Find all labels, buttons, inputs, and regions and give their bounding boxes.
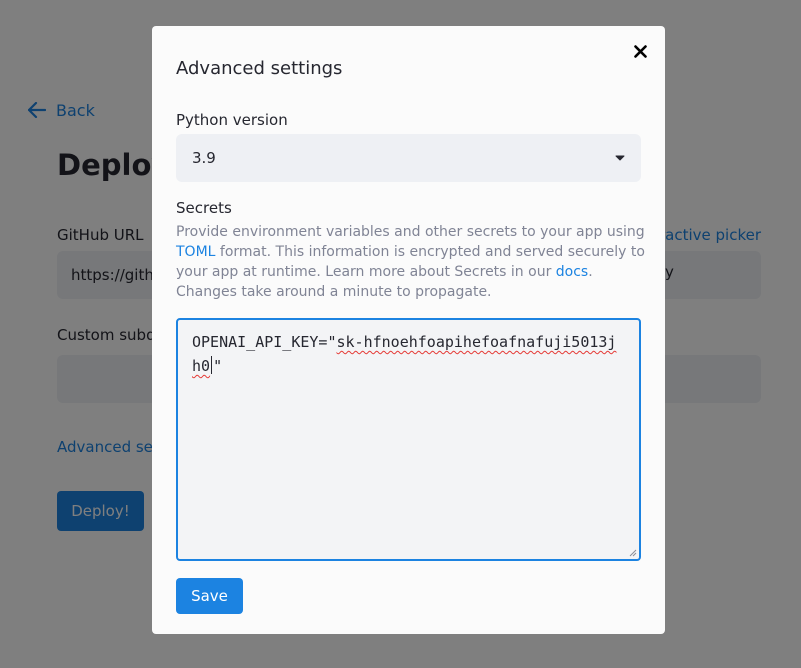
close-icon [633,44,647,58]
secrets-text-prefix: OPENAI_API_KEY=" [192,333,337,351]
python-version-label: Python version [176,111,288,129]
close-button[interactable] [629,40,651,62]
caret-down-icon [615,155,625,161]
save-button[interactable]: Save [176,578,243,614]
text-caret [211,356,213,374]
python-version-select[interactable]: 3.9 [176,134,641,182]
toml-link[interactable]: TOML [176,244,215,260]
advanced-settings-modal: Advanced settings Python version 3.9 Sec… [152,26,665,634]
docs-link[interactable]: docs [556,264,588,280]
modal-title: Advanced settings [176,58,343,79]
secrets-help-text: Provide environment variables and other … [176,222,646,302]
secrets-label: Secrets [176,199,232,217]
secrets-textarea[interactable]: OPENAI_API_KEY="sk-hfnoehfoapihefoafnafu… [176,318,641,561]
python-version-value: 3.9 [192,149,216,167]
resize-grip-icon[interactable] [629,549,637,557]
secrets-help-part1: Provide environment variables and other … [176,224,645,240]
secrets-text-suffix: " [213,357,223,375]
